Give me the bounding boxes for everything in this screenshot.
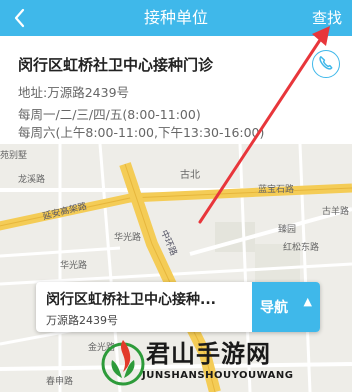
map-label: 华光路 — [60, 261, 88, 271]
clinic-address: 地址:万源路2439号 — [18, 85, 130, 100]
clinic-hours-weekday: 每周一/二/三/四/五(8:00-11:00) — [18, 107, 201, 122]
caret-up-icon: ▲ — [303, 295, 312, 308]
map-label: 古北 — [180, 170, 200, 181]
top-nav-bar: 接种单位 查找 — [0, 0, 352, 36]
map-label: 春申路 — [46, 377, 74, 387]
watermark: 君山手游网 JUNSHANSHOUYOUWANG — [100, 330, 352, 392]
phone-icon — [319, 56, 333, 70]
search-button[interactable]: 查找 — [312, 6, 342, 30]
map-label: 蓝宝石路 — [258, 185, 295, 195]
navigate-label: 导航 — [260, 300, 288, 316]
map-label: 苑别墅 — [0, 151, 28, 161]
watermark-text: 君山手游网 — [146, 340, 271, 368]
clinic-info-panel: 闵行区虹桥社卫中心接种门诊 地址:万源路2439号 每周一/二/三/四/五(8:… — [0, 36, 352, 144]
watermark-subtext: JUNSHANSHOUYOUWANG — [142, 370, 294, 381]
popup-clinic-name: 闵行区虹桥社卫中心接种... — [46, 292, 216, 308]
popup-address: 万源路2439号 — [46, 314, 118, 327]
map-label: 臻园 — [278, 225, 297, 235]
page-title: 接种单位 — [143, 8, 208, 27]
call-button[interactable] — [312, 50, 340, 78]
map-label: 龙溪路 — [18, 175, 46, 185]
location-popup[interactable]: 闵行区虹桥社卫中心接种... 万源路2439号 导航 ▲ — [36, 282, 320, 332]
map-label: 红松东路 — [283, 243, 320, 253]
watermark-logo — [101, 340, 145, 386]
navigate-button[interactable]: 导航 ▲ — [252, 282, 320, 332]
map-label: 古羊路 — [322, 207, 350, 217]
clinic-name: 闵行区虹桥社卫中心接种门诊 — [18, 56, 214, 74]
clinic-hours-saturday: 每周六(上午8:00-11:00,下午13:30-16:00) — [18, 125, 265, 140]
map-label: 华光路 — [114, 233, 142, 243]
